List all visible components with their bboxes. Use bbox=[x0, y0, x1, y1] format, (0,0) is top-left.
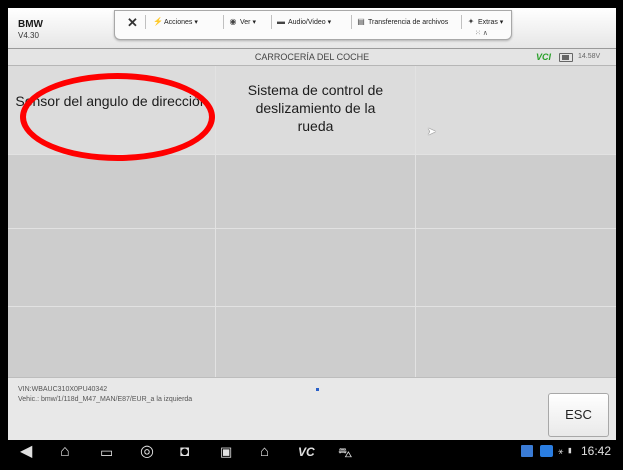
menu-label: Audio/Video bbox=[288, 19, 326, 26]
grid-cell[interactable] bbox=[8, 155, 216, 229]
collapse-icon[interactable]: ⁙ ∧ bbox=[475, 29, 488, 37]
recent-apps-icon[interactable]: ▭ bbox=[100, 442, 113, 462]
grid-cell[interactable] bbox=[216, 307, 416, 377]
browser-icon[interactable]: ◎ bbox=[140, 442, 154, 462]
grid-cell[interactable] bbox=[8, 229, 216, 307]
grid-cell[interactable] bbox=[416, 155, 616, 229]
grid-cell[interactable] bbox=[416, 229, 616, 307]
screenshot-icon[interactable]: ▣ bbox=[220, 442, 232, 462]
vehicle-info: Vehic.: bmw/1/118d_M47_MAN/E87/EUR_a la … bbox=[18, 396, 193, 403]
vci-icon[interactable]: VC bbox=[298, 442, 315, 462]
red-circle-annotation bbox=[20, 73, 215, 161]
remote-session-icon[interactable] bbox=[540, 445, 553, 457]
eye-icon: ◉ bbox=[229, 17, 237, 26]
status-icons: ⚹ ▮ bbox=[558, 446, 574, 456]
footer: VIN:WBAUC310X0PU40342 Vehic.: bmw/1/118d… bbox=[8, 377, 616, 441]
menu-acciones[interactable]: ⚡Acciones ▾ bbox=[153, 17, 198, 26]
mouse-cursor-icon: ➤ bbox=[427, 126, 437, 138]
battery-icon bbox=[559, 53, 573, 62]
lightning-icon: ⚡ bbox=[153, 17, 163, 26]
divider bbox=[145, 15, 146, 29]
menu-audio-video[interactable]: ▬ Audio/Video ▾ bbox=[277, 17, 331, 26]
close-icon[interactable]: ✕ bbox=[127, 15, 138, 31]
grid-cell[interactable] bbox=[416, 307, 616, 377]
indicator-dot bbox=[316, 388, 319, 391]
menu-label: Extras bbox=[478, 19, 498, 26]
home-icon[interactable]: ⌂ bbox=[60, 442, 70, 462]
android-navigation-bar: ◀ ⌂ ▭ ◎ ◘ ▣ ⌂ VC ⛍ ⚹ ▮ 16:42 bbox=[8, 440, 616, 464]
cell-control-deslizamiento[interactable]: Sistema de control de deslizamiento de l… bbox=[216, 66, 416, 155]
divider bbox=[351, 15, 352, 29]
chat-icon: ▬ bbox=[277, 17, 285, 26]
sparkle-icon: ✦ bbox=[467, 17, 475, 26]
menu-label: Transferencia de archivos bbox=[368, 19, 449, 26]
divider bbox=[461, 15, 462, 29]
menu-label: Acciones bbox=[164, 19, 193, 26]
grid-cell[interactable] bbox=[8, 307, 216, 377]
clock: 16:42 bbox=[581, 444, 612, 458]
divider bbox=[223, 15, 224, 29]
back-icon[interactable]: ◀ bbox=[20, 442, 32, 462]
battery-voltage: 14.58V bbox=[578, 53, 601, 60]
grid-cell[interactable] bbox=[216, 229, 416, 307]
page-title: CARROCERÍA DEL COCHE bbox=[254, 52, 370, 62]
remote-control-toolbar: ✕ ⚡Acciones ▾ ◉ Ver ▾ ▬ Audio/Video ▾ ▤ Tra… bbox=[114, 10, 512, 40]
car-icon[interactable]: ⛍ bbox=[338, 442, 352, 462]
app-name: BMW bbox=[18, 19, 43, 30]
file-icon: ▤ bbox=[357, 17, 365, 26]
app-header: BMW V4.30 ✕ ⚡Acciones ▾ ◉ Ver ▾ ▬ Audio/Vi… bbox=[8, 8, 616, 49]
menu-ver[interactable]: ◉ Ver ▾ bbox=[229, 17, 256, 26]
app-version: V4.30 bbox=[18, 31, 39, 40]
menu-label: Ver bbox=[240, 19, 251, 26]
grid-cell[interactable] bbox=[216, 155, 416, 229]
grid-cell[interactable] bbox=[416, 66, 616, 155]
vci-status-icon: VCI bbox=[536, 52, 551, 62]
tablet-screen: BMW V4.30 ✕ ⚡Acciones ▾ ◉ Ver ▾ ▬ Audio/Vi… bbox=[8, 8, 616, 464]
maxi-home-icon[interactable]: ⌂ bbox=[260, 442, 269, 462]
menu-transferencia[interactable]: ▤ Transferencia de archivos bbox=[357, 17, 448, 26]
notification-icon[interactable] bbox=[521, 445, 533, 457]
menu-extras[interactable]: ✦ Extras ▾ bbox=[467, 17, 504, 26]
esc-button[interactable]: ESC bbox=[548, 393, 609, 437]
camera-icon[interactable]: ◘ bbox=[180, 442, 189, 462]
cell-label: Sistema de control de deslizamiento de l… bbox=[247, 82, 384, 134]
title-bar: CARROCERÍA DEL COCHE VCI 14.58V bbox=[8, 49, 616, 66]
vin-text: VIN:WBAUC310X0PU40342 bbox=[18, 386, 108, 393]
divider bbox=[271, 15, 272, 29]
vci-label: VCI bbox=[536, 52, 552, 62]
